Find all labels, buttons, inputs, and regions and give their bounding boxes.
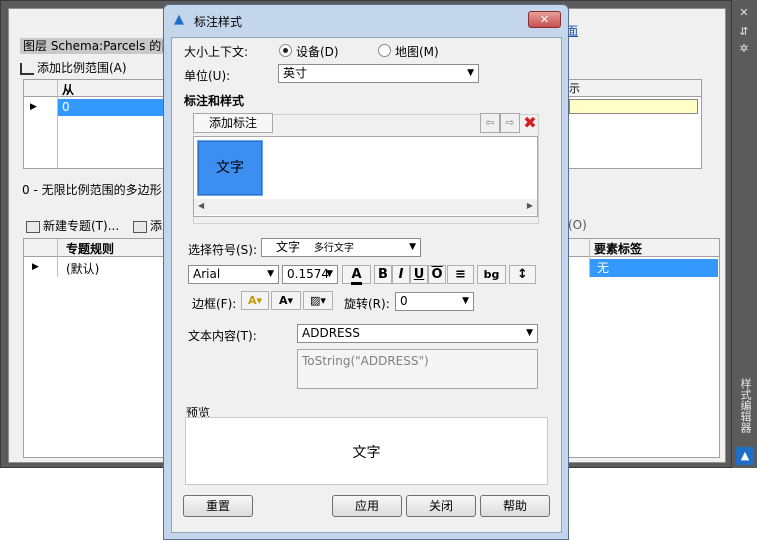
scale-range-grid[interactable]: 从 ▶ 0: [23, 79, 166, 169]
grid-header: 示: [569, 80, 701, 97]
add-label-button[interactable]: 添加标注: [193, 113, 273, 133]
text-content-label: 文本内容(T):: [188, 329, 257, 343]
rotation-label: 旋转(R):: [344, 297, 390, 311]
grid-header: 要素标签: [569, 239, 719, 257]
close-dialog-button[interactable]: 关闭: [406, 495, 476, 517]
menu-fragment[interactable]: (O): [568, 218, 587, 232]
font-select[interactable]: Arial ▼: [188, 265, 279, 284]
line-spacing-button[interactable]: ↕: [509, 265, 536, 284]
table-row[interactable]: (默认): [66, 260, 99, 277]
map-radio-label[interactable]: 地图(M): [395, 43, 439, 60]
chevron-down-icon: ▼: [462, 296, 469, 306]
preview-area: 文字: [185, 417, 548, 485]
grid-header: 专题规则: [24, 239, 165, 257]
close-button[interactable]: ✕: [528, 11, 561, 28]
section-title: 标注和样式: [184, 94, 245, 108]
delete-icon[interactable]: ✖: [520, 113, 540, 133]
label-tile[interactable]: 文字: [197, 140, 263, 196]
table-row[interactable]: 0: [58, 99, 165, 116]
scroll-right-icon[interactable]: ▶: [527, 201, 533, 210]
border-label: 边框(F):: [192, 297, 237, 311]
size-context-label: 大小上下文:: [184, 45, 249, 59]
symbol-label: 选择符号(S):: [188, 243, 258, 257]
feature-label-cell[interactable]: 无: [590, 259, 718, 277]
row-pointer-icon: ▶: [30, 102, 37, 112]
new-theme-button[interactable]: 新建专题(T)...: [26, 217, 119, 234]
dialog-title: 标注样式: [194, 15, 243, 29]
unit-label: 单位(U):: [184, 69, 231, 83]
device-radio-label[interactable]: 设备(D): [296, 43, 339, 60]
symbol-select[interactable]: 文字 多行文字 ▼: [261, 238, 421, 257]
font-size-select[interactable]: 0.1574 ▼: [282, 265, 338, 284]
range-description: 0 - 无限比例范围的多边形: [22, 183, 162, 197]
border-color-button[interactable]: A▾: [241, 291, 269, 310]
move-right-icon[interactable]: ⇨: [500, 113, 520, 133]
app-logo-icon: ▲: [174, 12, 184, 27]
reset-button[interactable]: 重置: [183, 495, 253, 517]
underline-button[interactable]: U: [410, 265, 428, 284]
chevron-down-icon: ▼: [326, 269, 333, 279]
map-radio[interactable]: [378, 44, 391, 57]
chevron-down-icon: ▼: [409, 242, 416, 252]
dialog-titlebar[interactable]: ▲ 标注样式 ✕: [164, 5, 568, 37]
rule-icon: [133, 220, 147, 233]
app-logo-icon: ▲: [736, 447, 754, 465]
autohide-icon[interactable]: ⇵: [736, 25, 752, 39]
scale-range-grid-right[interactable]: 示: [569, 79, 702, 169]
background-button[interactable]: bg: [477, 265, 506, 284]
overline-button[interactable]: O: [428, 265, 446, 284]
preview-text: 文字: [352, 445, 381, 461]
text-content-select[interactable]: ADDRESS ▼: [297, 324, 538, 343]
theme-icon: [26, 220, 40, 233]
align-button[interactable]: ≡: [447, 265, 474, 284]
horizontal-scrollbar[interactable]: ◀ ▶: [194, 199, 537, 215]
chevron-down-icon: ▼: [467, 68, 474, 78]
close-icon[interactable]: ✕: [736, 6, 752, 20]
help-button[interactable]: 帮助: [480, 495, 550, 517]
add-rule-button[interactable]: 添: [133, 217, 162, 234]
device-radio[interactable]: [279, 44, 292, 57]
rotation-select[interactable]: 0 ▼: [395, 292, 474, 311]
gear-icon[interactable]: ✲: [736, 42, 752, 56]
italic-button[interactable]: I: [392, 265, 410, 284]
yellow-cell[interactable]: [569, 99, 698, 114]
unit-select[interactable]: 英寸 ▼: [278, 64, 479, 83]
text-color-button[interactable]: A: [342, 265, 371, 285]
expression-field[interactable]: ToString("ADDRESS"): [297, 349, 538, 389]
grid-header: 从: [24, 80, 165, 97]
scroll-left-icon[interactable]: ◀: [198, 201, 204, 210]
border-fill-button[interactable]: ▨▾: [303, 291, 333, 310]
chevron-down-icon: ▼: [526, 328, 533, 338]
theme-rule-grid[interactable]: 专题规则 ▶ (默认): [23, 238, 166, 458]
apply-button[interactable]: 应用: [332, 495, 402, 517]
theme-rule-grid-right[interactable]: 要素标签 无: [569, 238, 720, 458]
bold-button[interactable]: B: [374, 265, 392, 284]
chevron-down-icon: ▼: [267, 269, 274, 279]
move-left-icon[interactable]: ⇦: [480, 113, 500, 133]
row-pointer-icon: ▶: [32, 262, 39, 272]
border-style-button[interactable]: A▾: [271, 291, 301, 310]
add-range-icon: [20, 62, 34, 75]
add-scale-range-button[interactable]: 添加比例范围(A): [20, 59, 127, 76]
side-title: 样式编辑器: [739, 378, 752, 433]
